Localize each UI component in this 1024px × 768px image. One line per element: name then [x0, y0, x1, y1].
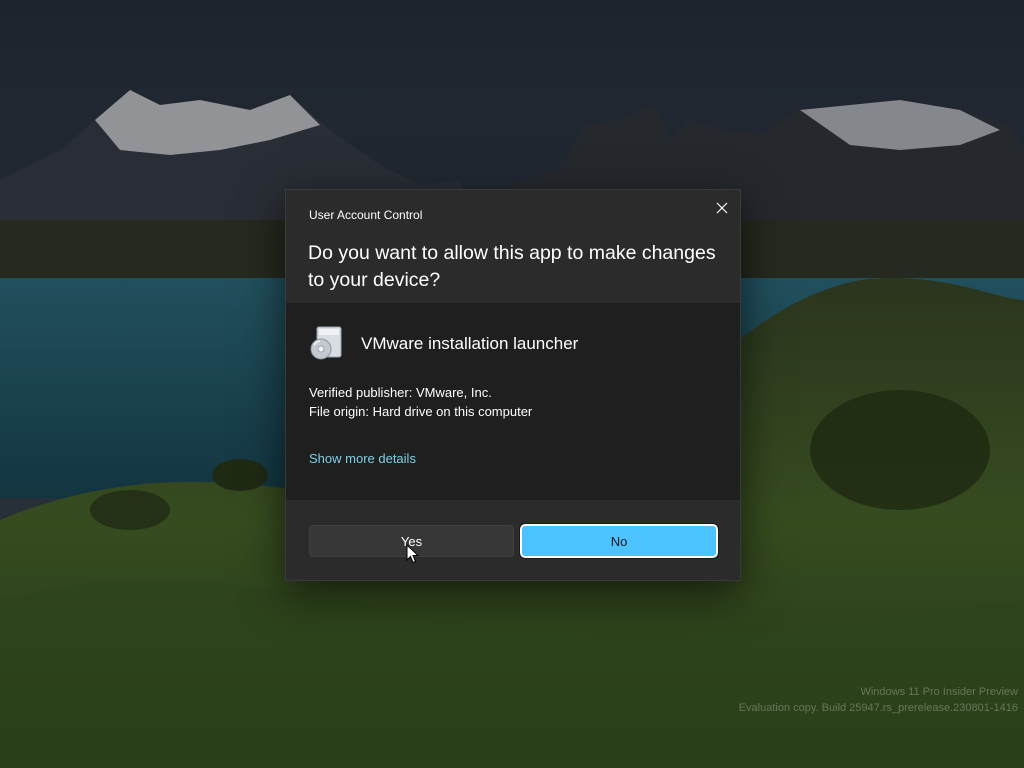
verified-publisher: Verified publisher: VMware, Inc. [309, 385, 492, 400]
dialog-caption: User Account Control [309, 208, 423, 222]
uac-question: Do you want to allow this app to make ch… [308, 242, 716, 291]
uac-dialog: User Account Control Do you want to allo… [285, 189, 741, 581]
uac-body: VMware installation launcher Verified pu… [286, 303, 740, 500]
uac-header: User Account Control Do you want to allo… [286, 190, 740, 303]
show-more-details-link[interactable]: Show more details [309, 451, 416, 466]
mouse-pointer-icon [406, 544, 420, 564]
windows-watermark: Windows 11 Pro Insider Preview Evaluatio… [739, 684, 1018, 716]
file-origin: File origin: Hard drive on this computer [309, 404, 533, 419]
uac-footer: Yes No [286, 500, 740, 580]
watermark-build: Evaluation copy. Build 25947.rs_prerelea… [738, 702, 1018, 714]
close-icon [716, 202, 728, 214]
desktop: Windows 11 Pro Insider Preview Evaluatio… [0, 0, 1024, 768]
app-name: VMware installation launcher [361, 334, 579, 353]
watermark-edition: Windows 11 Pro Insider Preview [860, 686, 1018, 698]
no-button[interactable]: No [519, 523, 719, 559]
installer-disc-icon [310, 326, 342, 360]
close-button[interactable] [708, 194, 736, 222]
